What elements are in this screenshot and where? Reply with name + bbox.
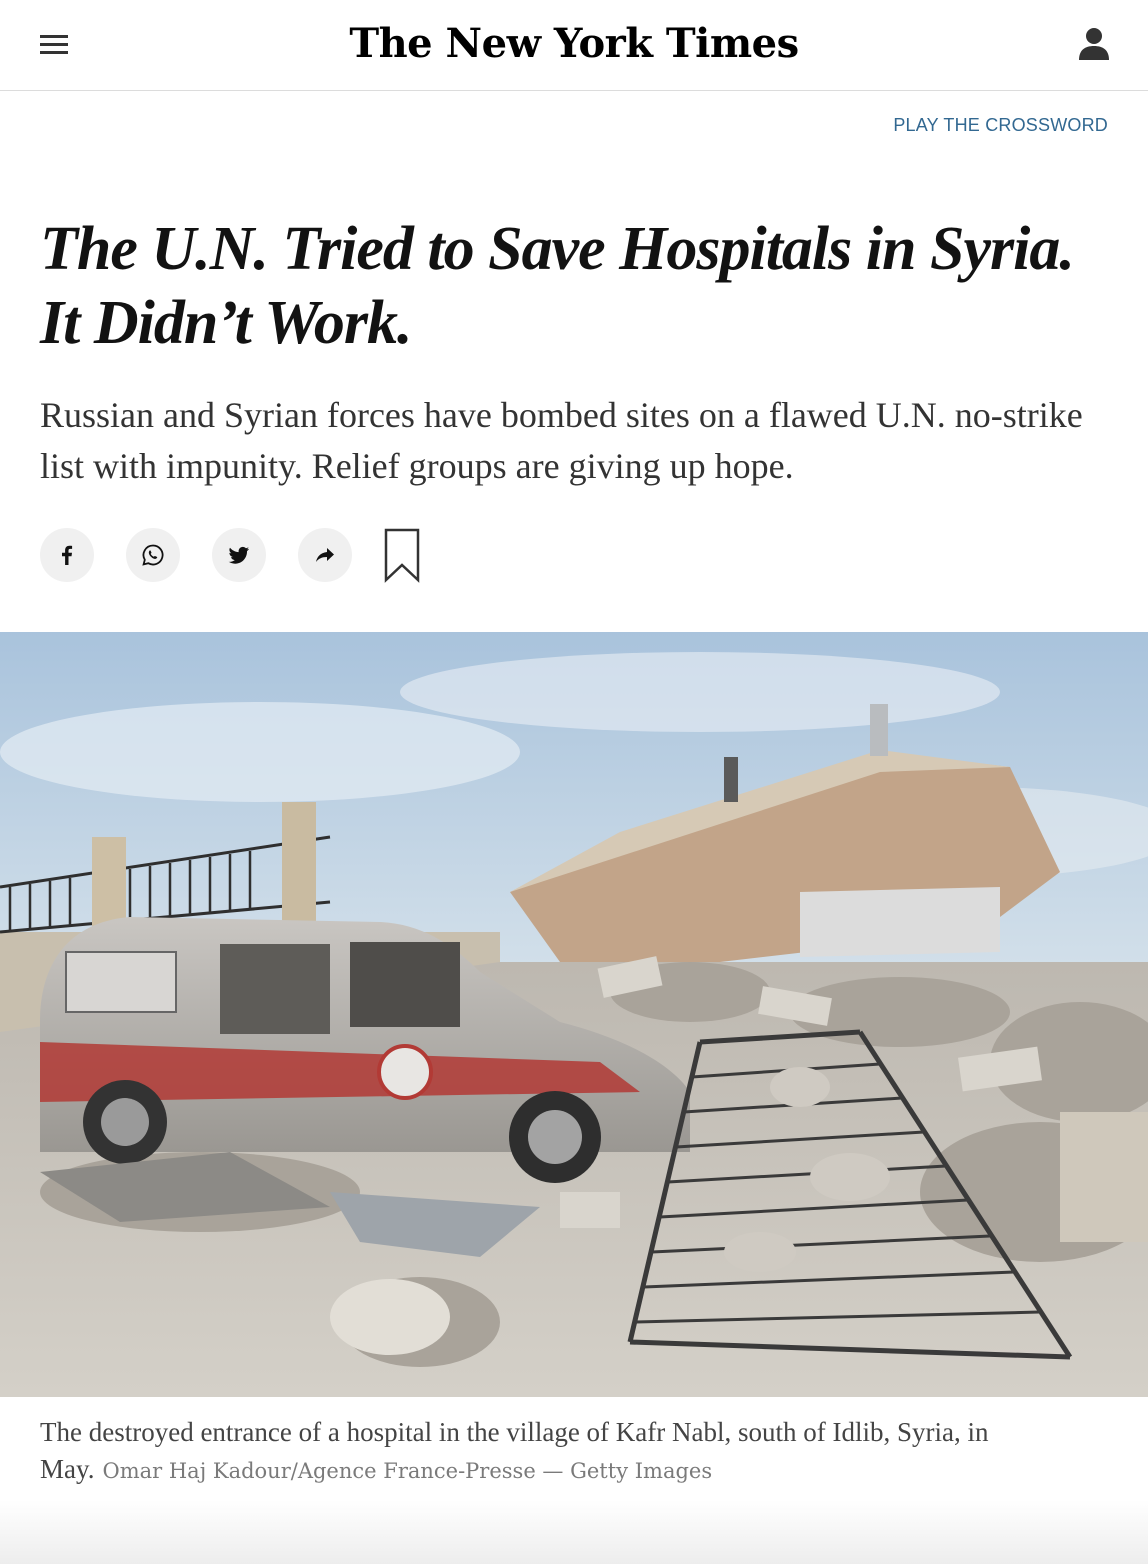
nyt-logo-link[interactable]: The New York Times bbox=[349, 14, 799, 74]
twitter-share-button[interactable] bbox=[212, 528, 266, 582]
play-crossword-link[interactable]: PLAY THE CROSSWORD bbox=[893, 115, 1108, 136]
lead-photo bbox=[0, 632, 1148, 1397]
twitter-icon bbox=[228, 546, 249, 564]
facebook-share-button[interactable] bbox=[40, 528, 94, 582]
photo-caption: The destroyed entrance of a hospital in … bbox=[40, 1414, 1100, 1490]
bookmark-icon bbox=[384, 528, 420, 583]
whatsapp-share-button[interactable] bbox=[126, 528, 180, 582]
article-headline: The U.N. Tried to Save Hospitals in Syri… bbox=[40, 215, 1075, 357]
user-account-icon bbox=[1079, 28, 1109, 60]
save-bookmark-button[interactable] bbox=[382, 528, 422, 584]
facebook-icon bbox=[62, 545, 73, 565]
destroyed-hospital-image bbox=[0, 632, 1148, 1397]
photo-credit: Omar Haj Kadour/Agence France-Presse — G… bbox=[102, 1459, 713, 1483]
bottom-fade bbox=[0, 1500, 1148, 1564]
more-share-button[interactable] bbox=[298, 528, 352, 582]
whatsapp-icon bbox=[142, 544, 164, 566]
masthead: The New York Times bbox=[0, 0, 1148, 91]
article-summary: Russian and Syrian forces have bombed si… bbox=[40, 395, 1083, 486]
nyt-logo: The New York Times bbox=[0, 14, 1148, 74]
user-account-button[interactable] bbox=[1072, 22, 1116, 66]
share-arrow-icon bbox=[316, 548, 334, 562]
